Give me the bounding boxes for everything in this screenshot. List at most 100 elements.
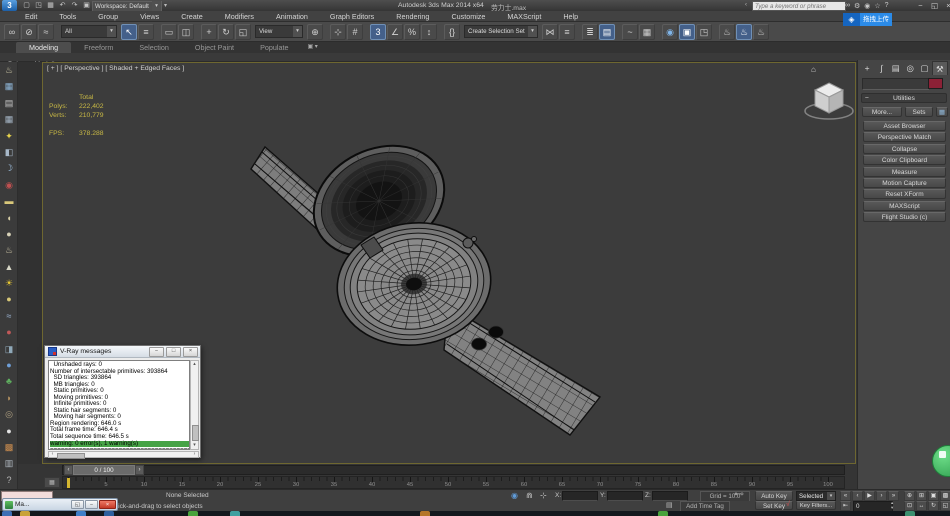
camera-icon[interactable]: ◧ [0, 144, 18, 160]
utility-button-motion-capture[interactable]: Motion Capture [863, 178, 946, 188]
white-sphere-icon[interactable]: ● [0, 423, 18, 439]
snail-icon[interactable]: ◎ [0, 406, 18, 422]
utilities-rollout-header[interactable]: − Utilities [861, 93, 947, 103]
bind-to-space-warp-icon[interactable]: ≈ [38, 24, 54, 40]
tab-create[interactable]: + [860, 61, 874, 75]
settings-wrench-icon[interactable]: ⚙ [854, 2, 860, 10]
moon-icon[interactable]: ☽ [0, 160, 18, 176]
utility-button-perspective-match[interactable]: Perspective Match [863, 132, 946, 142]
x-coordinate-field[interactable] [562, 491, 598, 501]
select-and-scale-icon[interactable]: ◱ [235, 24, 251, 40]
zoom-region-button[interactable]: ⊡ [904, 501, 915, 511]
key-filter-scope-dropdown[interactable]: Selected ▾ [796, 491, 836, 501]
render-iterative-icon[interactable]: ♨ [736, 24, 752, 40]
menu-group[interactable]: Group [87, 11, 129, 22]
dome-primitive-icon[interactable]: ◖ [0, 210, 18, 226]
key-mode-toggle-button[interactable]: ⇤ [840, 501, 851, 511]
vray-minimize-button[interactable]: − [149, 347, 164, 357]
selection-lock-icon[interactable]: ⋒ [526, 491, 533, 500]
ribbon-tab-modeling[interactable]: Modeling [16, 42, 71, 53]
track-bar-ruler[interactable]: 5101520253035404550556065707580859095100 [62, 476, 845, 489]
utility-button-maxscript[interactable]: MAXScript [863, 201, 946, 211]
menu-help[interactable]: Help [552, 11, 589, 22]
snaps-toggle-icon[interactable]: 3 [370, 24, 386, 40]
taskbar-app-icon[interactable] [230, 511, 240, 516]
vray-messages-dialog[interactable]: V-Ray messages −□× Unshaded rays: 0Numbe… [44, 345, 201, 458]
activeshade-icon[interactable]: ♨ [753, 24, 769, 40]
mini-curve-editor-button[interactable]: ▦ [44, 477, 60, 488]
named-selection-set-dropdown[interactable]: Create Selection Set▾ [464, 25, 538, 38]
frame-spinner[interactable]: ▴ ▾ [891, 501, 893, 510]
viewport-label[interactable]: [ + ] [ Perspective ] [ Shaded + Edged F… [47, 65, 184, 72]
script-editor-icon[interactable]: ▤ [0, 95, 18, 111]
absolute-offset-toggle-icon[interactable]: ⊹ [540, 491, 547, 500]
restore-button[interactable]: ◱ [930, 1, 939, 10]
ribbon-panel-strip[interactable]: Polygon Modeling [0, 53, 950, 62]
scroll-right-icon[interactable]: › [191, 452, 198, 457]
render-frame-icon[interactable]: ▦ [0, 78, 18, 94]
help-circle-icon[interactable]: ? [0, 472, 18, 488]
material-sphere-icon[interactable]: ● [0, 324, 18, 340]
utility-button-color-clipboard[interactable]: Color Clipboard [863, 155, 946, 165]
more-utilities-button[interactable]: More... [862, 107, 902, 117]
ribbon-tab-freeform[interactable]: Freeform [71, 42, 126, 53]
ribbon-tab-populate[interactable]: Populate [247, 42, 301, 53]
next-frame-nudge-button[interactable]: › [135, 465, 144, 475]
viewcube[interactable] [799, 71, 855, 123]
tab-display[interactable]: ▢ [917, 61, 931, 75]
keyboard-override-icon[interactable]: # [347, 24, 363, 40]
sign-in-icon[interactable]: ◉ [864, 2, 870, 10]
favorites-star-icon[interactable]: ☆ [874, 2, 880, 10]
workspace-flyout-icon[interactable]: ▾ [164, 2, 167, 9]
curve-editor-icon[interactable]: ~ [622, 24, 638, 40]
redo-button[interactable]: ↷ [70, 1, 79, 10]
key-filters-button[interactable]: Key Filters... [796, 501, 836, 510]
taskbar-app-icon[interactable] [420, 511, 430, 516]
menu-views[interactable]: Views [129, 11, 170, 22]
undo-button[interactable]: ↶ [58, 1, 67, 10]
max-logo-button[interactable]: 3 [2, 0, 17, 11]
taskbar-app-icon[interactable] [905, 511, 915, 516]
time-slider-handle[interactable]: ‹ 0 / 100 › [64, 465, 144, 475]
mirror-icon[interactable]: ⋈ [542, 24, 558, 40]
schematic-view-icon[interactable]: ▦ [639, 24, 655, 40]
menu-edit[interactable]: Edit [14, 11, 48, 22]
open-file-button[interactable]: ◳ [34, 1, 43, 10]
vray-horizontal-scrollbar[interactable]: ‹ › [48, 451, 199, 458]
isolate-selection-icon[interactable]: ◉ [511, 491, 518, 500]
select-and-move-icon[interactable]: + [201, 24, 217, 40]
tab-utilities[interactable]: ⚒ [932, 61, 948, 75]
taskbar-app-icon[interactable] [2, 511, 12, 516]
peek-close-button[interactable]: × [99, 500, 116, 509]
color-grid-icon[interactable]: ▩ [0, 439, 18, 455]
vray-log-list[interactable]: Unshaded rays: 0Number of intersectable … [48, 360, 190, 450]
layer-manager-icon[interactable]: ≣ [582, 24, 598, 40]
menu-animation[interactable]: Animation [265, 11, 319, 22]
menu-graph-editors[interactable]: Graph Editors [319, 11, 385, 22]
y-coordinate-field[interactable] [607, 491, 643, 501]
new-file-button[interactable]: ▢ [22, 1, 31, 10]
go-to-start-button[interactable]: « [840, 491, 851, 501]
tab-hierarchy[interactable]: ▤ [889, 61, 903, 75]
maximize-viewport-button[interactable]: ◱ [940, 501, 950, 511]
set-key-check-icon[interactable]: √ [786, 501, 790, 508]
project-folder-button[interactable]: ▣ [82, 1, 91, 10]
go-to-end-button[interactable]: » [888, 491, 899, 501]
current-frame-marker[interactable] [67, 478, 70, 488]
utility-button-collapse[interactable]: Collapse [863, 144, 946, 154]
peek-restore-button[interactable]: ◱ [71, 500, 84, 509]
clipboard-icon[interactable]: ▥ [0, 455, 18, 471]
object-color-swatch[interactable] [928, 78, 943, 89]
bird-icon[interactable]: ◗ [0, 390, 18, 406]
sun-icon[interactable]: ☀ [0, 275, 18, 291]
sets-button[interactable]: Sets [905, 107, 933, 117]
orbit-button[interactable]: ↻ [928, 501, 939, 511]
previous-frame-button[interactable]: ‹ [852, 491, 863, 501]
zoom-extents-all-button[interactable]: ▩ [940, 491, 950, 501]
drag-upload-overlay-button[interactable]: ◈ 拖拽上传 [843, 13, 892, 26]
taskbar-app-icon[interactable] [20, 511, 30, 516]
vray-hscroll-thumb[interactable] [57, 453, 85, 459]
minimize-button[interactable]: − [916, 1, 925, 10]
help-icon[interactable]: ? [885, 2, 889, 9]
film-reel-icon[interactable]: ◉ [0, 177, 18, 193]
